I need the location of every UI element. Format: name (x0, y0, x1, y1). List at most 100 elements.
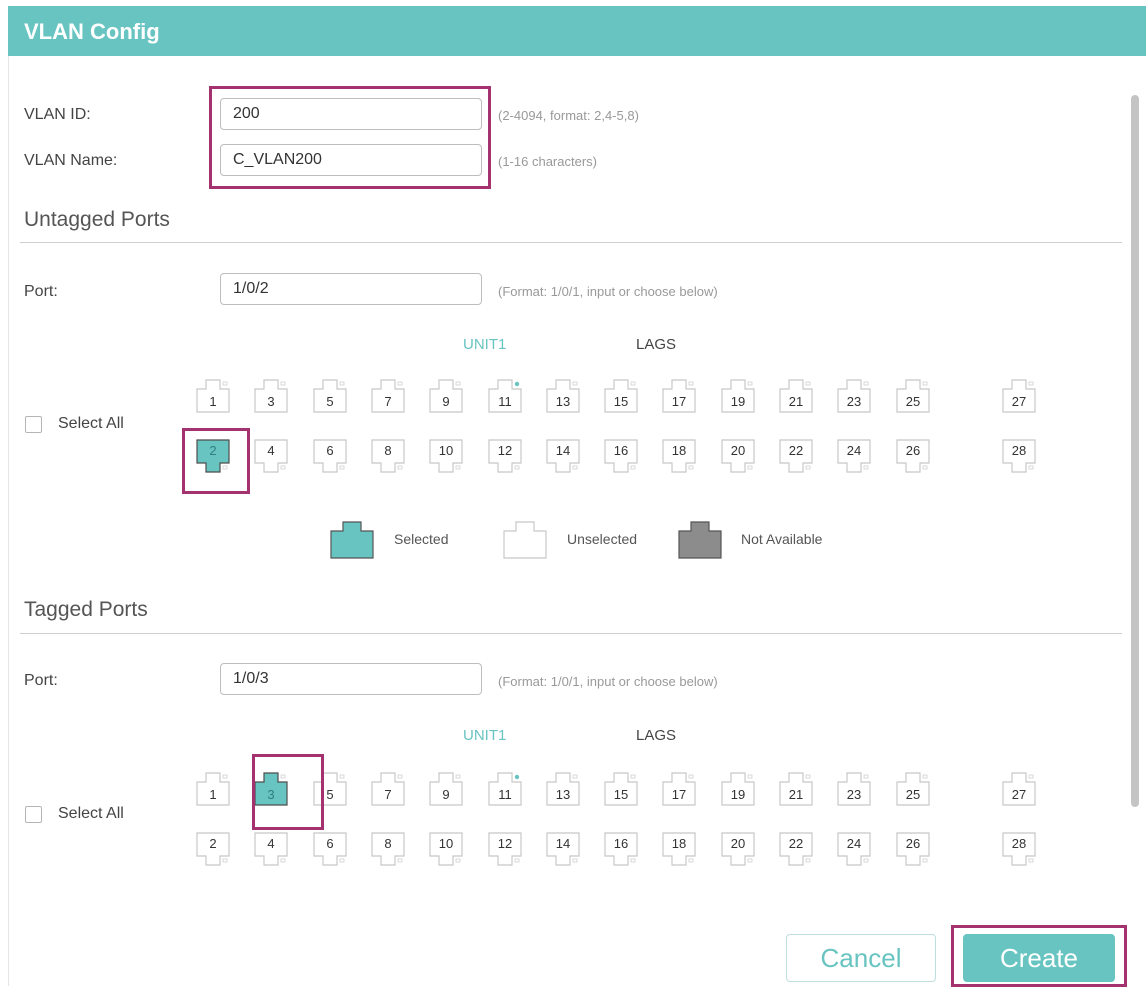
tagged-port-22[interactable]: 22 (779, 832, 813, 866)
untagged-port-11[interactable]: 11 (488, 379, 522, 413)
untagged-port-8[interactable]: 8 (371, 439, 405, 473)
untagged-divider (20, 242, 1122, 243)
untagged-port-19[interactable]: 19 (721, 379, 755, 413)
tagged-port-26[interactable]: 26 (896, 832, 930, 866)
tagged-port-10[interactable]: 10 (429, 832, 463, 866)
legend-selected-icon (330, 521, 374, 559)
untagged-port-6[interactable]: 6 (313, 439, 347, 473)
untagged-select-all-checkbox[interactable] (25, 416, 42, 433)
tagged-port-13[interactable]: 13 (546, 772, 580, 806)
untagged-port-24[interactable]: 24 (837, 439, 871, 473)
untagged-port-10[interactable]: 10 (429, 439, 463, 473)
untagged-port-27-label: 27 (1011, 394, 1027, 409)
tagged-port-7[interactable]: 7 (371, 772, 405, 806)
vlan-id-label: VLAN ID: (24, 106, 91, 123)
untagged-port-5-label: 5 (326, 394, 334, 409)
tagged-port-20[interactable]: 20 (721, 832, 755, 866)
untagged-port-9[interactable]: 9 (429, 379, 463, 413)
tagged-port-14-label: 14 (555, 836, 571, 851)
tagged-port-19[interactable]: 19 (721, 772, 755, 806)
tagged-select-all-checkbox[interactable] (25, 806, 42, 823)
vlan-fields-highlight (209, 86, 491, 189)
legend-not-available-icon (678, 521, 722, 559)
untagged-port-7-label: 7 (384, 394, 392, 409)
untagged-port-28[interactable]: 28 (1002, 439, 1036, 473)
tagged-port-23[interactable]: 23 (837, 772, 871, 806)
tagged-port-27-label: 27 (1011, 787, 1027, 802)
tagged-ports-title: Tagged Ports (24, 598, 148, 621)
untagged-port-15[interactable]: 15 (604, 379, 638, 413)
untagged-port-5[interactable]: 5 (313, 379, 347, 413)
untagged-port-14-label: 14 (555, 443, 571, 458)
untagged-port-24-label: 24 (846, 443, 862, 458)
untagged-port-3[interactable]: 3 (254, 379, 288, 413)
tagged-port-25[interactable]: 25 (896, 772, 930, 806)
cancel-button[interactable]: Cancel (786, 934, 936, 982)
tagged-port-15[interactable]: 15 (604, 772, 638, 806)
untagged-port-25[interactable]: 25 (896, 379, 930, 413)
untagged-port-16[interactable]: 16 (604, 439, 638, 473)
legend-selected-label: Selected (394, 531, 449, 547)
tagged-port-2[interactable]: 2 (196, 832, 230, 866)
untagged-port-21[interactable]: 21 (779, 379, 813, 413)
dialog-title: VLAN Config (24, 19, 160, 44)
untagged-port-1-label: 1 (209, 394, 217, 409)
untagged-port-13[interactable]: 13 (546, 379, 580, 413)
tagged-port-8[interactable]: 8 (371, 832, 405, 866)
untagged-port-23[interactable]: 23 (837, 379, 871, 413)
untagged-port-20[interactable]: 20 (721, 439, 755, 473)
untagged-port-27[interactable]: 27 (1002, 379, 1036, 413)
untagged-port-12[interactable]: 12 (488, 439, 522, 473)
tagged-port-6-label: 6 (326, 836, 334, 851)
tagged-port-4[interactable]: 4 (254, 832, 288, 866)
tagged-port-input[interactable]: 1/0/3 (220, 663, 482, 695)
tagged-port-12[interactable]: 12 (488, 832, 522, 866)
tagged-tab-lags[interactable]: LAGS (636, 727, 676, 744)
tagged-port-21[interactable]: 21 (779, 772, 813, 806)
tagged-port-1[interactable]: 1 (196, 772, 230, 806)
tagged-port-24[interactable]: 24 (837, 832, 871, 866)
tagged-port-18[interactable]: 18 (662, 832, 696, 866)
tagged-port-9[interactable]: 9 (429, 772, 463, 806)
legend-unselected-label: Unselected (567, 531, 638, 547)
tagged-port-2-label: 2 (209, 836, 217, 851)
tagged-port-16[interactable]: 16 (604, 832, 638, 866)
untagged-port-label: Port: (24, 283, 58, 300)
untagged-port-18[interactable]: 18 (662, 439, 696, 473)
tagged-port-14[interactable]: 14 (546, 832, 580, 866)
tagged-port-28[interactable]: 28 (1002, 832, 1036, 866)
untagged-port-7[interactable]: 7 (371, 379, 405, 413)
tagged-tab-unit1[interactable]: UNIT1 (463, 727, 506, 744)
tagged-port-22-label: 22 (788, 836, 804, 851)
untagged-port-22[interactable]: 22 (779, 439, 813, 473)
vlan-id-hint: (2-4094, format: 2,4-5,8) (498, 108, 639, 123)
untagged-tab-unit1[interactable]: UNIT1 (463, 336, 506, 353)
tagged-port-16-label: 16 (613, 836, 629, 851)
tagged-port-20-label: 20 (730, 836, 746, 851)
untagged-port-18-label: 18 (671, 443, 687, 458)
tagged-port-17[interactable]: 17 (662, 772, 696, 806)
untagged-selection-highlight (182, 428, 250, 494)
untagged-port-17[interactable]: 17 (662, 379, 696, 413)
tagged-port-4-label: 4 (267, 836, 275, 851)
untagged-port-26[interactable]: 26 (896, 439, 930, 473)
untagged-tab-lags[interactable]: LAGS (636, 336, 676, 353)
tagged-port-6[interactable]: 6 (313, 832, 347, 866)
dialog-scrollbar[interactable] (1131, 95, 1139, 807)
untagged-port-14[interactable]: 14 (546, 439, 580, 473)
tagged-port-label: Port: (24, 672, 58, 689)
tagged-port-11[interactable]: 11 (488, 772, 522, 806)
untagged-port-4[interactable]: 4 (254, 439, 288, 473)
untagged-port-13-label: 13 (555, 394, 571, 409)
legend-unselected-icon (503, 521, 547, 559)
untagged-port-1[interactable]: 1 (196, 379, 230, 413)
tagged-port-25-label: 25 (905, 787, 921, 802)
untagged-port-17-label: 17 (671, 394, 687, 409)
untagged-port-25-label: 25 (905, 394, 921, 409)
untagged-port-input[interactable]: 1/0/2 (220, 273, 482, 305)
tagged-port-27[interactable]: 27 (1002, 772, 1036, 806)
untagged-port-15-label: 15 (613, 394, 629, 409)
untagged-port-10-label: 10 (438, 443, 454, 458)
dialog-title-bar: VLAN Config (8, 6, 1146, 56)
untagged-port-11-label: 11 (498, 394, 512, 409)
